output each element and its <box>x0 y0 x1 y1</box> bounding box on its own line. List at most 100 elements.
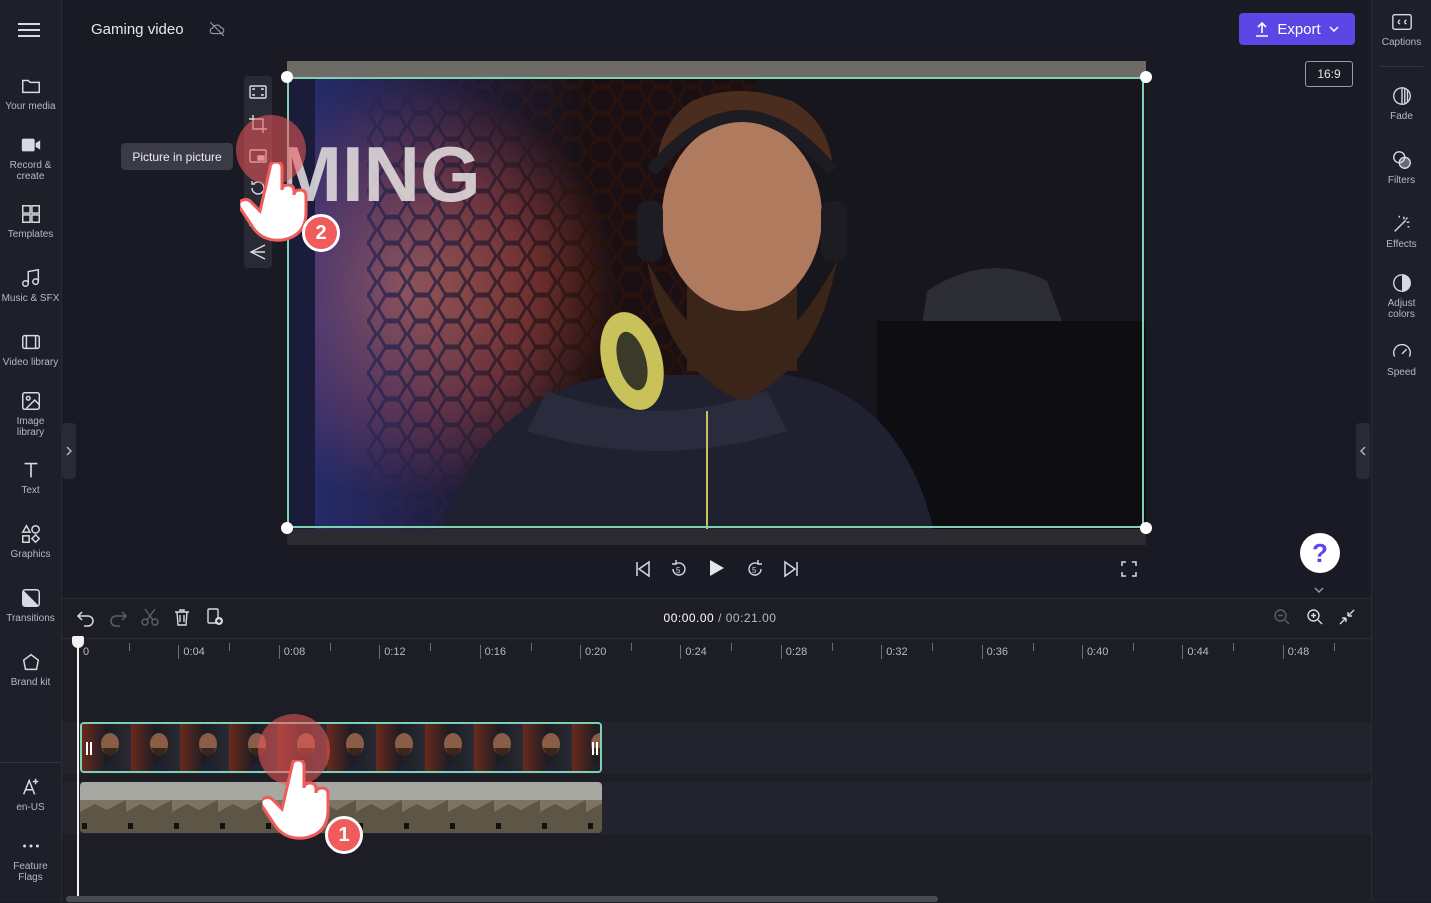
help-button[interactable]: ? <box>1300 533 1340 573</box>
sidebar-item-templates[interactable]: Templates <box>0 203 61 240</box>
ruler-tick <box>1032 643 1034 651</box>
svg-text:5: 5 <box>676 566 681 575</box>
ruler-label: 0:32 <box>881 645 908 659</box>
hamburger-menu-icon[interactable] <box>18 20 40 38</box>
sidebar-item-text[interactable]: Text <box>0 459 61 496</box>
skip-to-end-icon[interactable] <box>780 558 802 580</box>
more-dots-icon <box>22 844 39 848</box>
hand-cursor-icon <box>262 760 330 840</box>
clip-thumbnails-gaming <box>82 724 600 771</box>
ruler-label: 0:08 <box>278 645 305 659</box>
ruler-tick <box>329 643 331 651</box>
sidebar-item-captions[interactable]: Captions <box>1372 11 1431 48</box>
resize-handle-top-left[interactable] <box>281 71 293 83</box>
ruler-label: 0:44 <box>1182 645 1209 659</box>
ruler-tick <box>731 643 733 651</box>
shapes-icon <box>20 524 40 544</box>
ruler-label: 0:24 <box>680 645 707 659</box>
ruler-label: 0:20 <box>580 645 606 659</box>
scissors-icon[interactable] <box>140 607 160 627</box>
contrast-icon <box>1392 274 1411 292</box>
ruler-label: 0:12 <box>379 645 406 659</box>
skip-to-start-icon[interactable] <box>632 558 654 580</box>
playhead-handle[interactable] <box>72 636 84 648</box>
ruler-tick <box>1333 643 1335 651</box>
sidebar-item-filters[interactable]: Filters <box>1372 149 1431 186</box>
sidebar-item-language[interactable]: en-US <box>0 776 61 813</box>
image-icon <box>21 392 40 410</box>
music-icon <box>21 268 39 287</box>
rewind-5-icon[interactable]: 5 <box>668 558 690 580</box>
ruler-label: 0:16 <box>479 645 506 659</box>
sidebar-item-your-media[interactable]: Your media <box>0 75 61 112</box>
resize-handle-bottom-right[interactable] <box>1140 522 1152 534</box>
right-sidebar-divider <box>1380 66 1423 67</box>
resize-handle-bottom-left[interactable] <box>281 522 293 534</box>
sidebar-item-music-sfx[interactable]: Music & SFX <box>0 267 61 304</box>
sidebar-item-fade[interactable]: Fade <box>1372 85 1431 122</box>
current-time: 00:00.00 <box>663 611 715 625</box>
fit-timeline-icon[interactable] <box>1338 608 1356 626</box>
sidebar-item-brand-kit[interactable]: Brand kit <box>0 651 61 688</box>
ruler-tick <box>1133 643 1134 651</box>
speedometer-icon <box>1392 343 1411 357</box>
redo-icon[interactable] <box>108 607 128 627</box>
cloud-off-icon <box>209 21 225 37</box>
sidebar-item-effects[interactable]: Effects <box>1372 213 1431 250</box>
sidebar-item-record-create[interactable]: Record & create <box>0 134 61 182</box>
folder-icon <box>21 79 40 94</box>
ruler-label: 0:48 <box>1282 645 1309 659</box>
right-sidebar: Captions Fade Filters Effects Adjust col… <box>1371 0 1431 902</box>
timeline-scrollbar[interactable] <box>66 896 938 902</box>
ruler-tick <box>831 643 833 651</box>
playhead[interactable] <box>77 640 79 902</box>
left-panel-expand-tab[interactable] <box>62 423 76 479</box>
play-icon[interactable] <box>705 557 727 579</box>
sidebar-item-speed[interactable]: Speed <box>1372 341 1431 378</box>
timeline-divider <box>62 638 1371 639</box>
selection-frame[interactable] <box>287 77 1144 528</box>
timeline-time-display: 00:00.00 / 00:21.00 <box>620 611 820 625</box>
text-icon <box>24 462 37 478</box>
fade-icon <box>1392 87 1411 105</box>
ruler-label: 0:28 <box>780 645 807 659</box>
forward-5-icon[interactable]: 5 <box>744 558 766 580</box>
aspect-ratio-button[interactable]: 16:9 <box>1305 61 1353 87</box>
zoom-in-icon[interactable] <box>1306 608 1324 626</box>
export-button[interactable]: Export <box>1239 13 1355 45</box>
undo-icon[interactable] <box>76 607 96 627</box>
sidebar-item-video-library[interactable]: Video library <box>0 331 61 368</box>
sidebar-divider <box>0 762 61 763</box>
right-panel-collapse-tab[interactable] <box>1356 423 1370 479</box>
ruler-label: 0:40 <box>1082 645 1108 659</box>
sidebar-item-feature-flags[interactable]: Feature Flags <box>0 835 61 883</box>
tooltip-picture-in-picture: Picture in picture <box>121 143 233 170</box>
step-badge-2: 2 <box>302 214 340 252</box>
ruler-tick <box>129 643 130 651</box>
sidebar-item-graphics[interactable]: Graphics <box>0 523 61 560</box>
ruler-tick <box>631 643 632 651</box>
sidebar-item-transitions[interactable]: Transitions <box>0 587 61 624</box>
project-title[interactable]: Gaming video <box>91 21 184 38</box>
templates-icon <box>21 205 40 223</box>
step-badge-1: 1 <box>325 816 363 854</box>
chevron-down-icon[interactable] <box>1312 585 1326 595</box>
duplicate-icon[interactable] <box>205 607 225 627</box>
ruler-label: 0:04 <box>178 645 205 659</box>
fullscreen-icon[interactable] <box>1118 558 1140 580</box>
svg-text:5: 5 <box>752 566 757 575</box>
export-label: Export <box>1277 20 1321 38</box>
resize-handle-top-right[interactable] <box>1140 71 1152 83</box>
fit-icon[interactable] <box>248 82 268 102</box>
sidebar-item-image-library[interactable]: Image library <box>0 390 61 438</box>
magic-wand-icon <box>1393 215 1409 232</box>
ruler-tick <box>229 643 231 651</box>
align-icon[interactable] <box>248 242 268 262</box>
chevron-left-icon <box>1360 446 1366 456</box>
filters-icon <box>1392 151 1411 169</box>
timeline-clip-gaming[interactable] <box>80 722 602 773</box>
zoom-out-icon[interactable] <box>1273 608 1291 626</box>
sidebar-item-adjust-colors[interactable]: Adjust colors <box>1372 272 1431 320</box>
ruler-tick <box>1233 643 1235 651</box>
trash-icon[interactable] <box>172 607 192 627</box>
